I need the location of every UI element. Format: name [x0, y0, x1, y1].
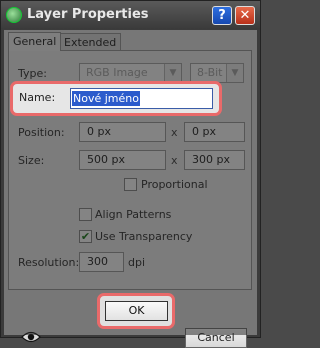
- size-height-input[interactable]: 300 px: [184, 150, 245, 170]
- position-separator: x: [171, 126, 178, 139]
- align-patterns-checkbox[interactable]: [79, 208, 92, 221]
- resolution-label: Resolution:: [18, 256, 80, 269]
- type-label: Type:: [18, 67, 47, 80]
- chevron-down-icon: ▼: [226, 64, 243, 82]
- ok-button[interactable]: OK: [105, 301, 168, 321]
- name-value: Nové jméno: [72, 91, 140, 106]
- use-transparency-checkbox[interactable]: ✔: [79, 230, 92, 243]
- bit-depth-select[interactable]: 8-Bit ▼: [190, 63, 244, 83]
- name-input[interactable]: Nové jméno: [70, 88, 213, 109]
- name-row-highlight: Name: Nové jméno: [10, 81, 222, 116]
- size-separator: x: [171, 154, 178, 167]
- title-bar[interactable]: Layer Properties ? ✕: [1, 1, 260, 29]
- dialog-content: General Extended Type: RGB Image ▼ 8-Bit…: [4, 30, 257, 348]
- proportional-checkbox[interactable]: [124, 178, 137, 191]
- layer-properties-dialog: Layer Properties ? ✕ General Extended Ty…: [0, 0, 261, 348]
- resolution-unit: dpi: [128, 256, 146, 269]
- position-label: Position:: [18, 126, 65, 139]
- cancel-button[interactable]: Cancel: [185, 328, 247, 348]
- position-y-input[interactable]: 0 px: [184, 122, 245, 142]
- size-label: Size:: [18, 154, 45, 167]
- proportional-label: Proportional: [141, 178, 208, 191]
- name-label: Name:: [19, 91, 56, 104]
- bit-depth-value: 8-Bit: [197, 66, 223, 79]
- tab-extended[interactable]: Extended: [59, 33, 122, 50]
- use-transparency-label: Use Transparency: [95, 230, 193, 243]
- size-width-input[interactable]: 500 px: [79, 150, 166, 170]
- close-button[interactable]: ✕: [235, 6, 255, 25]
- eye-icon[interactable]: [21, 330, 41, 344]
- tab-general[interactable]: General: [8, 32, 62, 51]
- resolution-input[interactable]: 300: [79, 252, 124, 272]
- window-title: Layer Properties: [27, 7, 149, 22]
- chevron-down-icon: ▼: [164, 64, 181, 82]
- type-select[interactable]: RGB Image ▼: [79, 63, 182, 83]
- align-patterns-label: Align Patterns: [95, 208, 172, 221]
- position-x-input[interactable]: 0 px: [79, 122, 166, 142]
- type-value: RGB Image: [86, 66, 148, 79]
- ok-button-highlight: OK: [97, 293, 175, 329]
- help-button[interactable]: ?: [212, 6, 232, 25]
- app-logo-icon: [6, 7, 22, 23]
